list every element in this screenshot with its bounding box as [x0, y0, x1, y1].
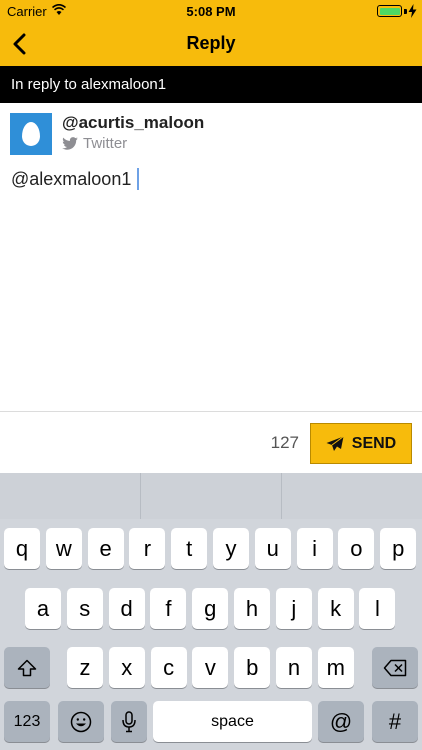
microphone-icon [122, 710, 136, 732]
key-z[interactable]: z [67, 647, 103, 688]
key-k[interactable]: k [317, 588, 354, 629]
backspace-icon [383, 659, 407, 676]
account-service-label: Twitter [83, 135, 128, 152]
key-f[interactable]: f [150, 588, 187, 629]
key-p[interactable]: p [380, 528, 417, 569]
key-c[interactable]: c [150, 647, 187, 688]
compose-textarea[interactable]: @alexmaloon1 [11, 168, 140, 190]
page-title: Reply [186, 33, 236, 53]
battery-level [379, 7, 400, 15]
key-y[interactable]: y [213, 528, 249, 569]
key-m[interactable]: m [317, 647, 354, 688]
egg-icon [22, 122, 40, 146]
hash-key[interactable]: # [372, 701, 418, 742]
key-x[interactable]: x [108, 647, 145, 688]
key-g[interactable]: g [192, 588, 229, 629]
emoji-key[interactable] [58, 701, 104, 742]
key-n[interactable]: n [276, 647, 312, 688]
key-l[interactable]: l [359, 588, 396, 629]
key-b[interactable]: b [234, 647, 271, 688]
status-bar: Carrier 5:08 PM [0, 0, 422, 22]
shift-icon [17, 659, 37, 676]
emoji-icon [70, 711, 92, 732]
account-handle: @acurtis_maloon [62, 113, 205, 132]
key-i[interactable]: i [296, 528, 333, 569]
character-count: 127 [270, 433, 299, 452]
shift-key[interactable] [4, 647, 50, 688]
suggestion-slot[interactable] [0, 473, 141, 519]
key-h[interactable]: h [234, 588, 270, 629]
key-u[interactable]: u [254, 528, 291, 569]
space-key[interactable]: space [153, 701, 312, 742]
charging-bolt-icon [408, 4, 417, 18]
key-o[interactable]: o [338, 528, 375, 569]
paper-plane-icon [326, 435, 344, 451]
compose-text: @alexmaloon1 [11, 168, 132, 189]
suggestion-bar [0, 473, 422, 519]
dictation-key[interactable] [111, 701, 147, 742]
keyboard: qwertyuiop asdfghjkl zxcvbnm 123 space @… [0, 473, 422, 750]
key-w[interactable]: w [45, 528, 82, 569]
key-d[interactable]: d [108, 588, 145, 629]
at-key[interactable]: @ [318, 701, 364, 742]
account-service: Twitter [62, 135, 127, 152]
key-a[interactable]: a [25, 588, 61, 629]
key-v[interactable]: v [192, 647, 229, 688]
key-q[interactable]: q [4, 528, 40, 569]
avatar [10, 113, 52, 155]
text-caret [137, 168, 140, 190]
send-button[interactable]: SEND [310, 423, 412, 464]
top-bar: Carrier 5:08 PM Reply [0, 0, 422, 66]
battery-cap [404, 9, 407, 14]
compose-footer: 127 SEND [0, 411, 422, 473]
key-j[interactable]: j [275, 588, 312, 629]
key-r[interactable]: r [129, 528, 166, 569]
suggestion-slot[interactable] [282, 473, 422, 519]
twitter-bird-icon [62, 137, 78, 150]
reply-banner: In reply to alexmaloon1 [0, 66, 422, 103]
numbers-key[interactable]: 123 [4, 701, 50, 742]
key-t[interactable]: t [171, 528, 208, 569]
key-e[interactable]: e [87, 528, 124, 569]
send-label: SEND [351, 434, 397, 452]
key-s[interactable]: s [66, 588, 103, 629]
battery-icon [377, 5, 402, 17]
delete-key[interactable] [372, 647, 418, 688]
suggestion-slot[interactable] [141, 473, 282, 519]
status-time: 5:08 PM [186, 4, 236, 19]
